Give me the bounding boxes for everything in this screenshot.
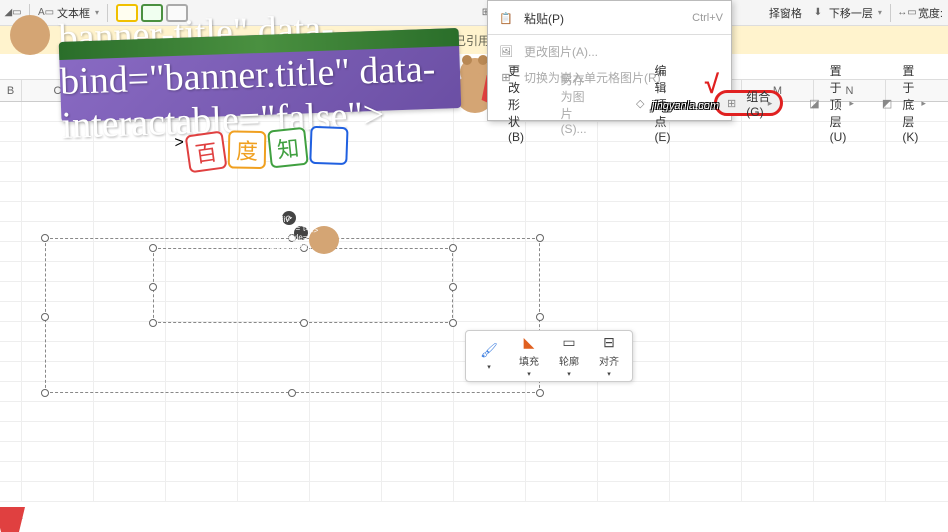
- resize-handle[interactable]: [149, 244, 157, 252]
- resize-handle[interactable]: [41, 313, 49, 321]
- resize-handle[interactable]: [149, 283, 157, 291]
- resize-handle[interactable]: [41, 234, 49, 242]
- group-icon: ⊞: [727, 95, 736, 111]
- chevron-right-icon: ▸: [768, 98, 773, 109]
- subtitle-char: 百: [185, 130, 228, 173]
- menu-change-image: 🖼 更改图片(A)...: [488, 38, 731, 64]
- menu-paste[interactable]: 📋 粘贴(P) Ctrl+V: [488, 5, 731, 31]
- banner-image shape[interactable]: banner-title" data-bind="banner.title" d…: [59, 28, 462, 122]
- outline-icon: ▭: [559, 334, 579, 351]
- rotate-handle[interactable]: ⟳ ishift <><>div class="="t="="t="bear-e…: [294, 226, 308, 240]
- mini-toolbar: 🖌 ▾ ◣ 填充▾ ▭ 轮廓▾ ⊟ 对齐▾: [465, 330, 633, 382]
- context-menu: 📋 粘贴(P) Ctrl+V 🖼 更改图片(A)... ⊞ 切换为嵌入单元格图片…: [487, 0, 732, 121]
- subtitle-char: 度: [228, 130, 267, 169]
- resize-handle[interactable]: [41, 389, 49, 397]
- style-button[interactable]: 🖌 ▾: [470, 335, 508, 377]
- chevron-right-icon: ▸: [921, 98, 926, 109]
- layer-front-icon: ◪: [809, 95, 819, 111]
- watermark: √ jingyanla.com: [652, 69, 719, 112]
- edit-points-icon: ◇: [636, 95, 644, 111]
- outline-button[interactable]: ▭ 轮廓▾: [550, 335, 588, 377]
- chevron-right-icon: ▸: [849, 98, 854, 109]
- resize-handle[interactable]: [536, 389, 544, 397]
- move-down-icon: ⬇: [810, 5, 826, 21]
- menu-save-as-image: 另存为图片(S)...: [534, 90, 606, 116]
- width-icon: ↔▭: [899, 5, 915, 21]
- chevron-down-icon: ▾: [878, 8, 882, 17]
- fill-btn button[interactable]: ◣ 填充▾: [510, 335, 548, 377]
- resize-handle[interactable]: [300, 319, 308, 327]
- subtitle-char: [310, 126, 349, 165]
- subtitle-char: 知: [267, 127, 309, 169]
- menu-send-to-back[interactable]: ◩ 置于底层(K) ▸: [872, 90, 934, 116]
- resize-handle[interactable]: [149, 319, 157, 327]
- width-control: ↔▭ 宽度:: [899, 5, 943, 21]
- resize-handle[interactable]: [449, 319, 457, 327]
- select-pane-label[interactable]: 择窗格: [769, 5, 802, 21]
- menu-bring-to-front[interactable]: ◪ 置于顶层(U) ▸: [799, 90, 862, 116]
- resize-handle[interactable]: [288, 389, 296, 397]
- menu-group[interactable]: ⊞ 组合(G) ▸: [714, 90, 783, 116]
- clipboard-icon: 📋: [498, 10, 514, 26]
- resize-handle[interactable]: [449, 244, 457, 252]
- col-header-B[interactable]: B: [0, 80, 22, 101]
- brush-icon: 🖌: [479, 341, 499, 359]
- selection-inner: [153, 248, 453, 323]
- move-down-button[interactable]: ⬇ 下移一层 ▾: [810, 5, 882, 21]
- resize-handle[interactable]: [449, 283, 457, 291]
- : banner-title" data-bind="banner.title" d…: [58, 2, 462, 148]
- resize-handle[interactable]: [536, 234, 544, 242]
- image-icon: 🖼: [498, 43, 514, 59]
- align-icon: ⊟: [599, 334, 619, 351]
- layer-back-icon: ◩: [882, 95, 892, 111]
- align-button[interactable]: ⊟ 对齐▾: [590, 335, 628, 377]
- resize-handle[interactable]: [536, 313, 544, 321]
- bucket-icon: ◣: [519, 334, 539, 351]
